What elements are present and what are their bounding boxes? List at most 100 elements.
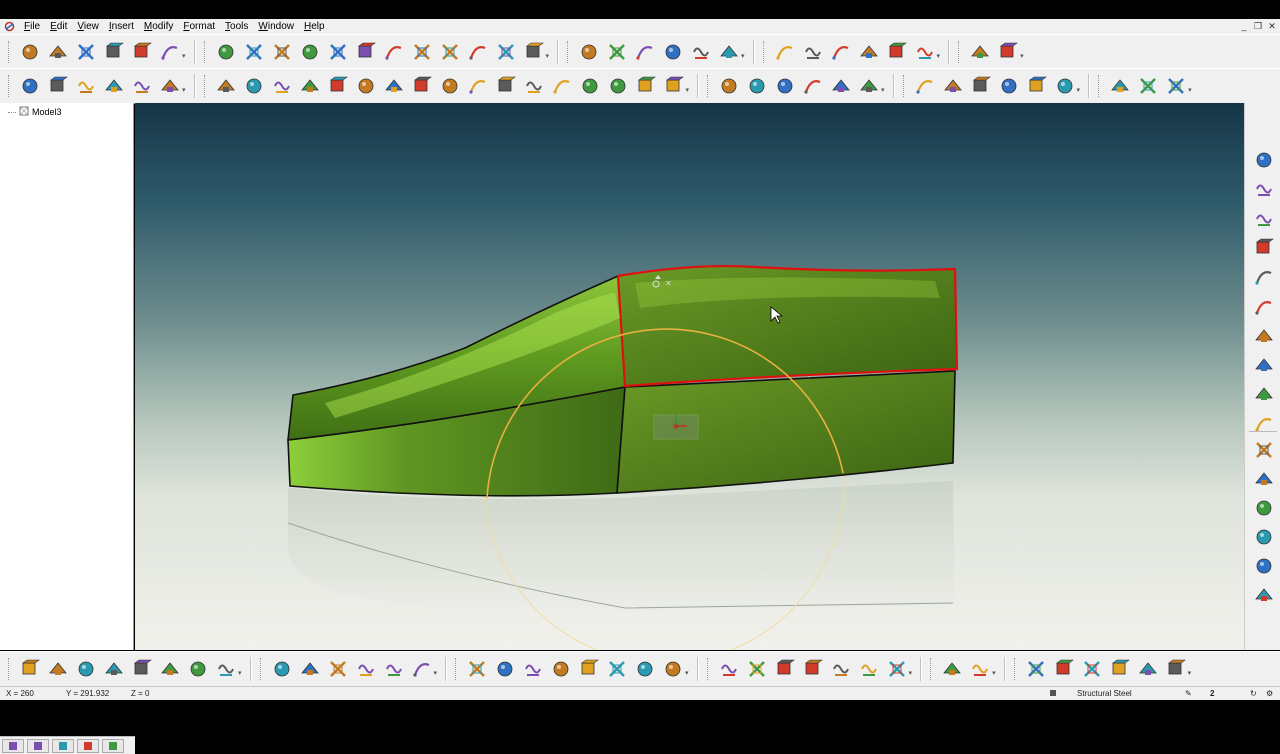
mesh-button[interactable] <box>1054 75 1076 97</box>
line-button[interactable] <box>47 75 69 97</box>
view-iso-button[interactable] <box>1109 75 1131 97</box>
extend-curve-button[interactable] <box>495 75 517 97</box>
reverse-curve-button[interactable] <box>663 75 685 97</box>
cut-button[interactable] <box>159 41 181 63</box>
circle-button[interactable] <box>75 75 97 97</box>
polygon-button[interactable] <box>271 75 293 97</box>
toolbar-grip[interactable] <box>8 75 12 97</box>
arc-button[interactable] <box>131 75 153 97</box>
sphere-button[interactable] <box>243 41 265 63</box>
freeform-smooth-button[interactable] <box>1253 383 1275 405</box>
cube-section-button[interactable] <box>1253 584 1275 606</box>
mesh-refine-button[interactable] <box>1081 658 1103 680</box>
loft-button[interactable] <box>439 75 461 97</box>
select-face-button[interactable] <box>886 41 908 63</box>
toolbar-grip[interactable] <box>762 40 767 63</box>
rail-surface-button[interactable] <box>411 658 433 680</box>
toolbar-grip[interactable] <box>930 658 934 680</box>
skin-surface-button[interactable] <box>299 658 321 680</box>
redo-button[interactable] <box>131 41 153 63</box>
solid-draft-button[interactable] <box>886 658 908 680</box>
solid-box-button[interactable] <box>550 658 572 680</box>
stitch-button[interactable] <box>941 658 963 680</box>
view-rotate-button[interactable] <box>439 41 461 63</box>
loft-surface-button[interactable] <box>159 658 181 680</box>
cube-side-button[interactable] <box>1253 468 1275 490</box>
solid-fillet-button[interactable] <box>830 658 852 680</box>
toolbar-grip[interactable] <box>8 658 12 680</box>
cylinder-button[interactable] <box>411 75 433 97</box>
model-tree-tab[interactable] <box>2 738 24 753</box>
texture-button[interactable] <box>718 75 740 97</box>
zoom-window-button[interactable] <box>355 41 377 63</box>
toolbar-overflow-icon[interactable]: ▾ <box>1188 669 1192 677</box>
trim-curve-button[interactable] <box>467 75 489 97</box>
toolbar-overflow-icon[interactable]: ▾ <box>1188 86 1192 94</box>
toolbar-grip[interactable] <box>958 40 962 63</box>
solid-cylinder-button[interactable] <box>578 658 600 680</box>
freeform-taper-button[interactable] <box>1253 325 1275 347</box>
status-settings-icon[interactable]: ⚙ <box>1266 689 1273 698</box>
chamfer-surface-button[interactable] <box>383 658 405 680</box>
select-edge-button[interactable] <box>830 41 852 63</box>
material-button[interactable] <box>774 75 796 97</box>
light-button[interactable] <box>802 75 824 97</box>
toolbar-overflow-icon[interactable]: ▾ <box>546 52 550 60</box>
menu-format[interactable]: Format <box>178 19 220 34</box>
restore-icon[interactable]: ❐ <box>1252 21 1264 32</box>
extrude-surface-button[interactable] <box>75 658 97 680</box>
cube-front-button[interactable] <box>1253 439 1275 461</box>
new-file-button[interactable] <box>19 41 41 63</box>
mesh-analyze-button[interactable] <box>1109 658 1131 680</box>
toolbar-grip[interactable] <box>259 658 264 680</box>
menu-view[interactable]: View <box>72 19 104 34</box>
cube-red-button[interactable] <box>1253 497 1275 519</box>
box-solid-button[interactable] <box>215 41 237 63</box>
spline-button[interactable] <box>215 75 237 97</box>
freeform-twist-button[interactable] <box>1253 208 1275 230</box>
toolbar-grip[interactable] <box>8 40 12 63</box>
rectangle-button[interactable] <box>103 75 125 97</box>
net-surface-button[interactable] <box>271 658 293 680</box>
material-tab[interactable] <box>52 738 74 753</box>
bezier-button[interactable] <box>243 75 265 97</box>
menu-window[interactable]: Window <box>253 19 299 34</box>
menu-insert[interactable]: Insert <box>104 19 139 34</box>
flat-surface-button[interactable] <box>47 658 69 680</box>
status-refresh-icon[interactable]: ↻ <box>1250 689 1257 698</box>
explode-button[interactable] <box>606 41 628 63</box>
toolbar-overflow-icon[interactable]: ▾ <box>1077 86 1081 94</box>
solid-shell-button[interactable] <box>802 658 824 680</box>
undo-button[interactable] <box>103 41 125 63</box>
blend-surface-button[interactable] <box>187 658 209 680</box>
toolbar-overflow-icon[interactable]: ▾ <box>182 86 186 94</box>
solid-sweep-button[interactable] <box>522 658 544 680</box>
close-icon[interactable]: ✕ <box>1266 21 1278 32</box>
boolean-union-button[interactable] <box>718 658 740 680</box>
fillet-curve-button[interactable] <box>551 75 573 97</box>
mesh-sphere-button[interactable] <box>1025 658 1047 680</box>
toolbar-grip[interactable] <box>203 40 208 63</box>
toolbar-overflow-icon[interactable]: ▾ <box>685 669 689 677</box>
menu-modify[interactable]: Modify <box>139 19 178 34</box>
package-button[interactable] <box>997 41 1019 63</box>
toolbar-overflow-icon[interactable]: ▾ <box>1020 52 1024 60</box>
zoom-extents-button[interactable] <box>327 41 349 63</box>
toolbar-grip[interactable] <box>706 658 711 680</box>
toolbar-grip[interactable] <box>203 75 208 97</box>
sweep-surface-button[interactable] <box>131 658 153 680</box>
toolbar-overflow-icon[interactable]: ▾ <box>238 669 242 677</box>
grid-button[interactable] <box>383 41 405 63</box>
menu-help[interactable]: Help <box>299 19 330 34</box>
mesh-smooth-button[interactable] <box>1053 658 1075 680</box>
intersect-curve-button[interactable] <box>607 75 629 97</box>
save-button[interactable] <box>75 41 97 63</box>
shade-button[interactable] <box>495 41 517 63</box>
mesh-export-button[interactable] <box>1165 658 1187 680</box>
revolve-surface-button[interactable] <box>103 658 125 680</box>
status-material[interactable]: Structural Steel <box>1077 689 1132 698</box>
render-button[interactable] <box>467 41 489 63</box>
solid-cone-button[interactable] <box>606 658 628 680</box>
environment-button[interactable] <box>858 75 880 97</box>
boolean-subtract-button[interactable] <box>746 658 768 680</box>
